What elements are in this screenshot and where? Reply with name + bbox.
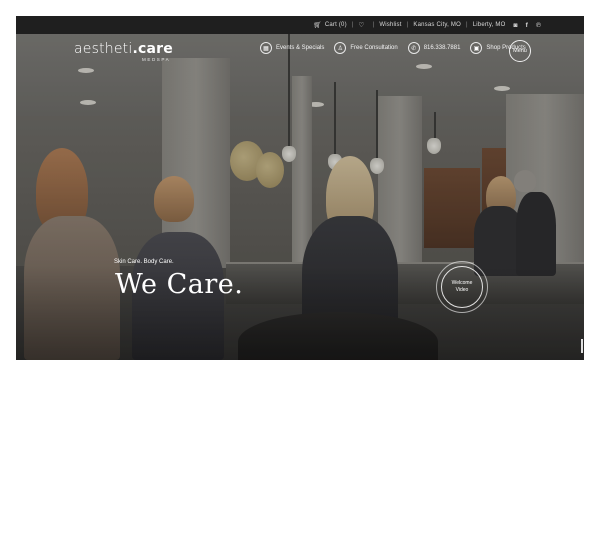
- heart-icon: ♡: [358, 22, 365, 29]
- scroll-indicator: [581, 339, 583, 353]
- website-frame: 🛒︎ Cart (0) | ♡ | Wishlist | Kansas City…: [16, 16, 584, 360]
- pinterest-link[interactable]: ℗: [536, 22, 544, 29]
- cart-link[interactable]: 🛒︎ Cart (0): [313, 21, 346, 29]
- video-label-line-1: Welcome: [451, 280, 473, 286]
- divider: |: [406, 22, 409, 28]
- location-label: Kansas City, MO: [413, 22, 461, 28]
- wishlist-label: Wishlist: [379, 22, 402, 28]
- location-link-liberty[interactable]: Liberty, MO: [473, 22, 506, 28]
- nav-phone[interactable]: ✆ 816.338.7881: [407, 42, 461, 54]
- welcome-video-inner: Welcome Video: [441, 266, 483, 308]
- pinterest-icon: ℗: [536, 21, 541, 29]
- logo-text: aestheti.care: [74, 41, 173, 57]
- facebook-link[interactable]: f: [526, 22, 531, 29]
- location-label: Liberty, MO: [472, 22, 506, 28]
- shop-icon: ▣: [470, 42, 483, 54]
- wishlist-heart-link[interactable]: ♡: [359, 21, 368, 29]
- video-label-line-2: Video: [455, 287, 469, 293]
- hero-background-image: [16, 16, 584, 360]
- divider: |: [351, 22, 354, 28]
- divider: |: [372, 22, 375, 28]
- image-overlay: [16, 16, 584, 360]
- hero-tagline: Skin Care. Body Care.: [114, 259, 174, 265]
- menu-label: Menu: [513, 48, 527, 54]
- menu-button[interactable]: Menu: [509, 40, 531, 62]
- facebook-icon: f: [525, 21, 528, 29]
- hero-headline: We Care.: [115, 269, 244, 300]
- nav-label: Events & Specials: [276, 45, 325, 51]
- instagram-icon: ◙: [513, 21, 518, 29]
- nav-label: 816.338.7881: [423, 45, 461, 51]
- nav-free-consultation[interactable]: ♙ Free Consultation: [334, 42, 398, 54]
- logo-subtext: MEDSPA: [142, 57, 171, 62]
- site-logo[interactable]: aestheti.care MEDSPA: [74, 40, 173, 62]
- user-icon: ♙: [334, 42, 347, 54]
- divider: |: [465, 22, 468, 28]
- instagram-link[interactable]: ◙: [513, 22, 520, 29]
- phone-icon: ✆: [407, 42, 420, 54]
- cart-icon: 🛒︎: [313, 22, 322, 29]
- utility-bar: 🛒︎ Cart (0) | ♡ | Wishlist | Kansas City…: [16, 16, 584, 34]
- nav-events-specials[interactable]: ▦ Events & Specials: [260, 42, 324, 54]
- wishlist-link[interactable]: Wishlist: [379, 22, 401, 28]
- calendar-icon: ▦: [260, 42, 272, 54]
- location-link-kansas-city[interactable]: Kansas City, MO: [413, 22, 461, 28]
- welcome-video-button[interactable]: Welcome Video: [436, 261, 488, 313]
- main-nav: ▦ Events & Specials ♙ Free Consultation …: [260, 42, 536, 54]
- cart-label: Cart (0): [324, 22, 347, 28]
- nav-label: Free Consultation: [350, 45, 398, 51]
